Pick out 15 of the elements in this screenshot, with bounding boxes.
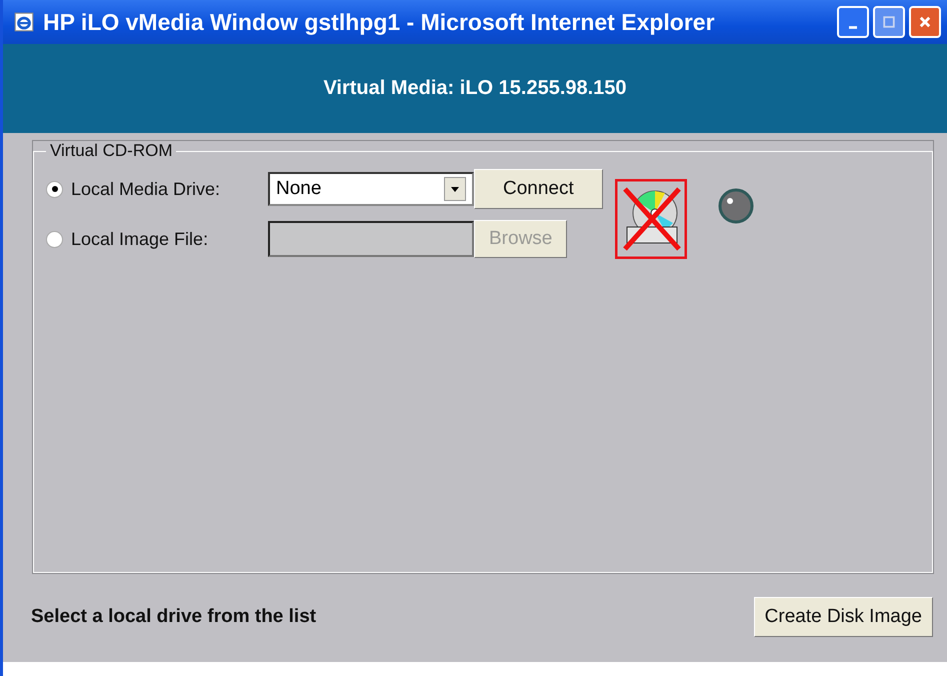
maximize-button[interactable] xyxy=(873,6,905,38)
maximize-icon xyxy=(883,16,895,28)
page-icon xyxy=(13,11,35,33)
group-label: Virtual CD-ROM xyxy=(49,141,174,161)
minimize-icon xyxy=(849,26,857,28)
drive-dropdown[interactable]: None xyxy=(268,172,474,206)
action-button[interactable]: Connect xyxy=(474,169,603,209)
header-title: Virtual Media: iLO 15.255.98.150 xyxy=(323,77,627,100)
radio-option[interactable]: Local Media Drive: xyxy=(46,178,268,200)
close-icon xyxy=(918,15,932,29)
status-text: Select a local drive from the list xyxy=(31,606,316,628)
window-title: HP iLO vMedia Window gstlhpg1 - Microsoft Internet Explorer xyxy=(43,8,716,36)
minimize-button[interactable] xyxy=(837,6,869,38)
create-disk-image-button[interactable]: Create Disk Image xyxy=(754,597,933,637)
close-button[interactable] xyxy=(909,6,941,38)
